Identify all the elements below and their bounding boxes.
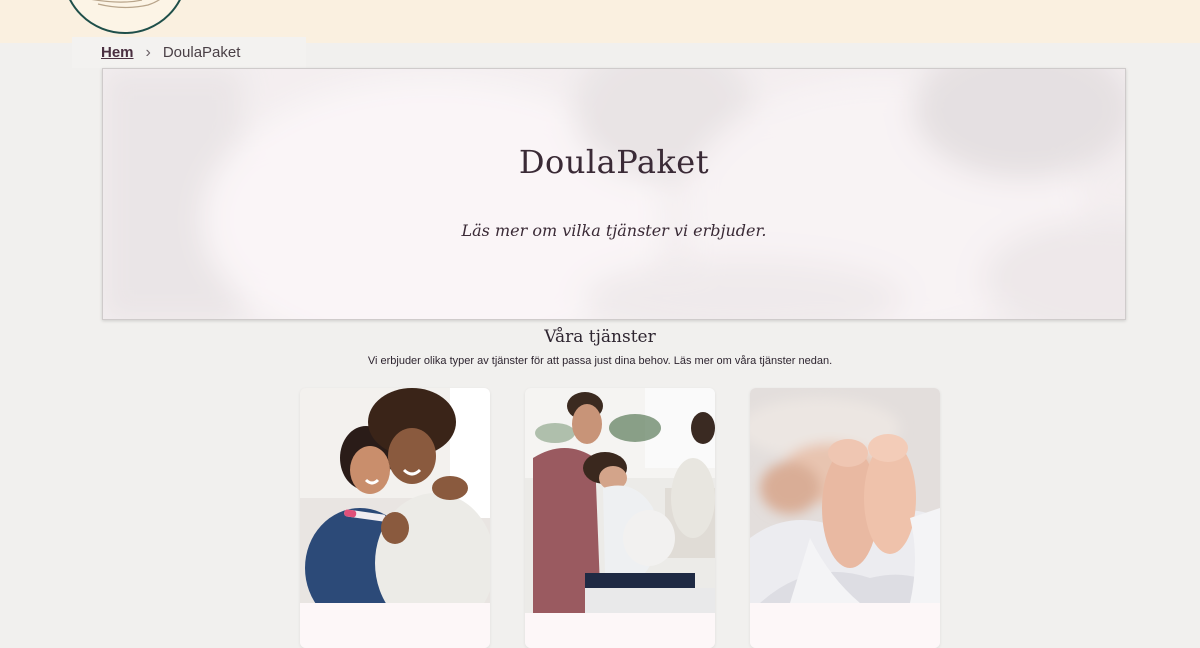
service-card-body xyxy=(750,603,940,648)
services-description: Vi erbjuder olika typer av tjänster för … xyxy=(367,355,833,367)
service-card-body xyxy=(525,613,715,648)
service-card-image xyxy=(300,388,490,603)
hero-banner: DoulaPaket Läs mer om vilka tjänster vi … xyxy=(102,68,1126,320)
service-card-body xyxy=(300,603,490,648)
breadcrumb-current: DoulaPaket xyxy=(162,44,241,61)
hero-background-image xyxy=(103,69,1125,319)
service-card[interactable] xyxy=(525,388,715,648)
service-card-image xyxy=(525,388,715,613)
hero-subtitle: Läs mer om vilka tjänster vi erbjuder. xyxy=(461,221,767,240)
service-card-image xyxy=(750,388,940,603)
site-logo[interactable] xyxy=(62,0,188,34)
service-card[interactable] xyxy=(750,388,940,648)
chevron-right-icon: › xyxy=(145,43,151,61)
breadcrumb-home-link[interactable]: Hem xyxy=(101,44,134,61)
service-card[interactable] xyxy=(300,388,490,648)
breadcrumb: Hem › DoulaPaket xyxy=(72,37,306,68)
logo-hands-icon xyxy=(91,0,160,9)
page-title: DoulaPaket xyxy=(518,143,710,181)
services-heading: Våra tjänster xyxy=(544,327,656,347)
